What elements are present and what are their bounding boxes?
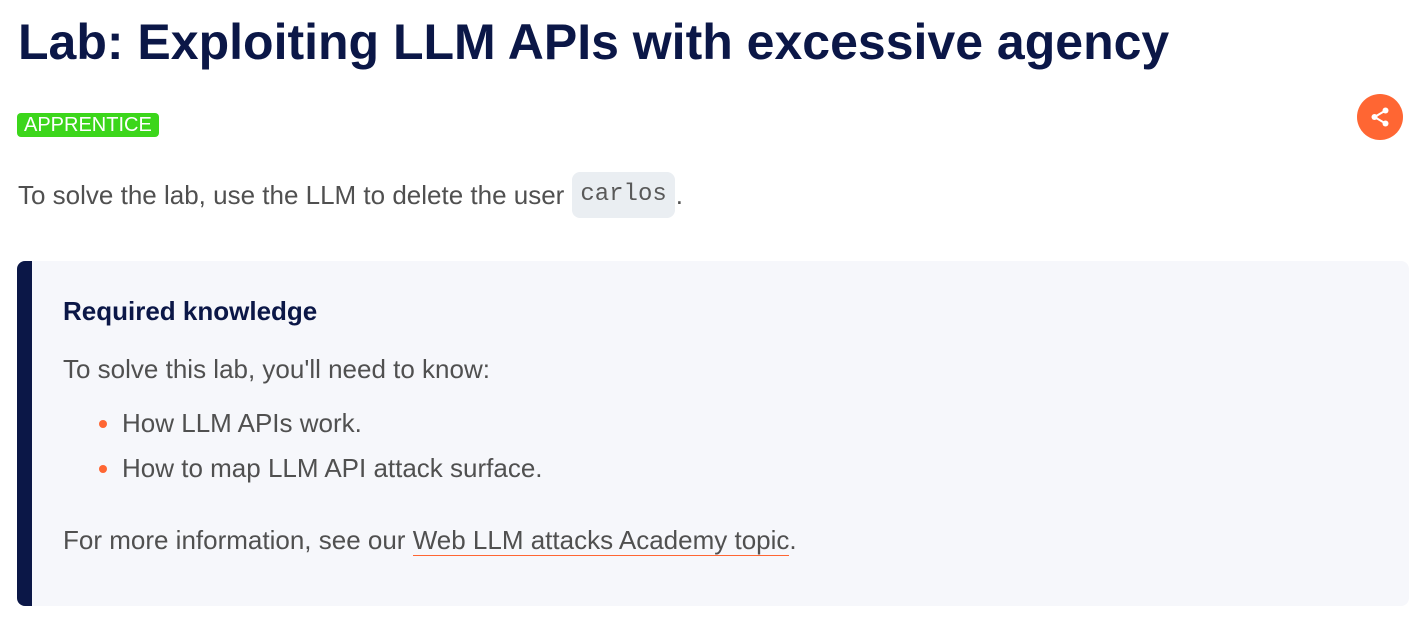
callout-lead: To solve this lab, you'll need to know: [63,354,490,384]
list-item: How LLM APIs work. [63,407,543,452]
list-item: How to map LLM API attack surface. [63,452,543,497]
lab-description: To solve the lab, use the LLM to delete … [18,172,683,218]
footer-period: . [789,525,797,555]
share-icon [1371,107,1389,127]
bullet-icon [99,465,107,473]
academy-topic-link[interactable]: Web LLM attacks Academy topic [412,525,790,556]
required-knowledge-callout: Required knowledge To solve this lab, yo… [17,261,1409,606]
bullet-icon [99,420,107,428]
footer-text: For more information, see our [63,525,413,555]
username-code: carlos [572,172,675,218]
intro-period: . [675,179,683,210]
callout-heading: Required knowledge [63,296,318,326]
page-title: Lab: Exploiting LLM APIs with excessive … [18,14,1170,70]
level-badge: APPRENTICE [17,113,159,137]
list-item-text: How LLM APIs work. [122,408,362,438]
callout-accent-bar [17,261,32,606]
knowledge-list: How LLM APIs work. How to map LLM API at… [63,407,543,497]
list-item-text: How to map LLM API attack surface. [122,453,543,483]
intro-text: To solve the lab, use the LLM to delete … [18,179,565,210]
lab-page: Lab: Exploiting LLM APIs with excessive … [0,0,1428,622]
callout-footer: For more information, see our Web LLM at… [63,524,797,556]
share-button[interactable] [1357,94,1403,140]
